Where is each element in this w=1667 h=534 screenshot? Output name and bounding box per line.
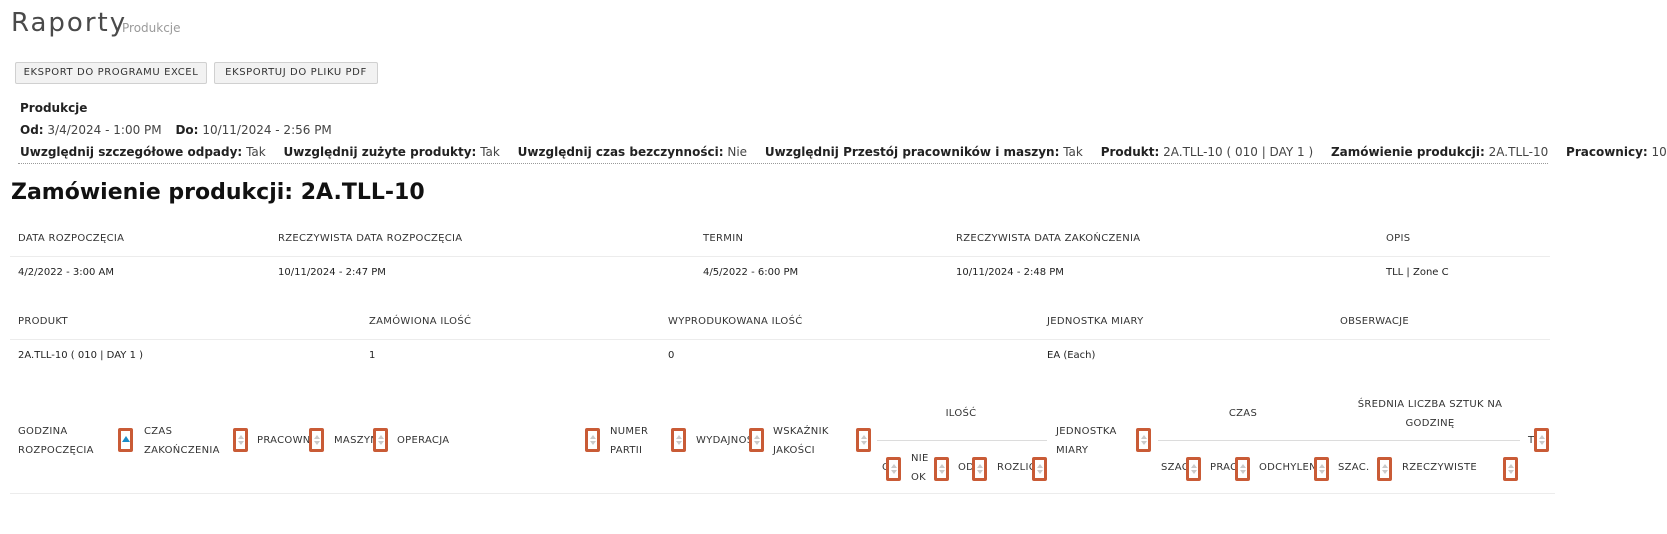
filter-value: Tak [246,145,266,159]
filter-value: 2A.TLL-10 [1488,145,1549,159]
col-header-avg-actual[interactable]: RZECZYWISTE [1402,458,1477,477]
info-header-ordered-qty: ZAMÓWIONA ILOŚĆ [369,316,472,327]
info-value-produced-qty: 0 [668,350,675,361]
info-header-deadline: TERMIN [703,233,744,244]
row-divider [10,339,1550,340]
sort-icon[interactable] [1186,457,1201,481]
sort-icon[interactable] [1503,457,1518,481]
sort-icon[interactable] [886,457,901,481]
col-group-quantity: ILOŚĆ [945,408,977,419]
info-value-deadline: 4/5/2022 - 6:00 PM [703,267,799,278]
filter-value: Tak [1063,145,1083,159]
section-divider [18,163,1548,164]
info-header-description: OPIS [1386,233,1411,244]
filter-label: Uwzględnij zużyte produkty: [283,145,477,159]
filter-value: Tak [480,145,500,159]
group-divider [1158,440,1520,441]
col-header-end-time[interactable]: CZAS ZAKOŃCZENIA [144,422,229,460]
filter-value: 2A.TLL-10 ( 010 | DAY 1 ) [1163,145,1314,159]
filter-label: Zamówienie produkcji: [1330,145,1485,159]
grid-header-bottom-border [10,493,1555,494]
col-header-operation[interactable]: OPERACJA [397,431,487,450]
filter-label: Uwzględnij szczegółowe odpady: [20,145,243,159]
sort-icon[interactable] [1235,457,1250,481]
sort-asc-icon[interactable] [118,428,133,452]
col-header-batch-number[interactable]: NUMER PARTII [610,422,660,460]
export-excel-button[interactable]: EKSPORT DO PROGRAMU EXCEL [15,62,207,84]
sort-icon[interactable] [1534,428,1549,452]
sort-icon[interactable] [585,428,600,452]
group-divider [877,440,1047,441]
col-group-time: CZAS [1228,408,1258,419]
row-divider [10,256,1550,257]
sort-icon[interactable] [1032,457,1047,481]
sort-icon[interactable] [671,428,686,452]
to-label: Do: [175,123,199,137]
sort-icon[interactable] [749,428,764,452]
filter-label: Pracownicy: [1566,145,1648,159]
sort-icon[interactable] [972,457,987,481]
sort-icon[interactable] [856,428,871,452]
col-header-avg-est[interactable]: SZAC. [1338,458,1370,477]
sort-icon[interactable] [309,428,324,452]
info-header-product: PRODUKT [18,316,68,327]
filter-label: Uwzględnij Przestój pracowników i maszyn… [764,145,1060,159]
page-title: Raporty [11,8,128,38]
col-header-start-time[interactable]: GODZINA ROZPOCZĘCIA [18,422,113,460]
info-value-actual-start: 10/11/2024 - 2:47 PM [278,267,386,278]
col-header-unit[interactable]: JEDNOSTKA MIARY [1056,422,1126,460]
info-value-ordered-qty: 1 [369,350,376,361]
sort-icon[interactable] [233,428,248,452]
sort-icon[interactable] [1136,428,1151,452]
export-pdf-button[interactable]: EKSPORTUJ DO PLIKU PDF [214,62,378,84]
filters-title: Produkcje [20,101,88,115]
info-header-observations: OBSERWACJE [1340,316,1410,327]
to-value: 10/11/2024 - 2:56 PM [202,123,332,137]
info-header-actual-end: RZECZYWISTA DATA ZAKOŃCZENIA [956,233,1141,244]
filters-date-range: Od: 3/4/2024 - 1:00 PM Do: 10/11/2024 - … [20,123,332,137]
info-header-start-date: DATA ROZPOCZĘCIA [18,233,125,244]
sort-icon[interactable] [1377,457,1392,481]
page-subtitle: Produkcje [122,21,181,35]
col-group-avg-pieces-per-hour: ŚREDNIA LICZBA SZTUK NA GODZINĘ [1357,399,1503,429]
info-value-unit: EA (Each) [1047,350,1096,361]
info-header-produced-qty: WYPRODUKOWANA ILOŚĆ [668,316,803,327]
sort-icon[interactable] [934,457,949,481]
info-value-product: 2A.TLL-10 ( 010 | DAY 1 ) [18,350,144,361]
from-value: 3/4/2024 - 1:00 PM [47,123,162,137]
from-label: Od: [20,123,44,137]
info-value-actual-end: 10/11/2024 - 2:48 PM [956,267,1064,278]
filter-label: Uwzględnij czas bezczynności: [517,145,724,159]
filter-label: Produkt: [1100,145,1160,159]
order-title: Zamówienie produkcji: 2A.TLL-10 [11,180,425,205]
info-header-unit: JEDNOSTKA MIARY [1047,316,1144,327]
sort-icon[interactable] [1314,457,1329,481]
info-header-actual-start: RZECZYWISTA DATA ROZPOCZĘCIA [278,233,463,244]
col-header-quality-index[interactable]: WSKAŹNIK JAKOŚCI [773,422,843,460]
filter-value: 106 - Worker [1651,145,1667,159]
filters-options: Uwzględnij szczegółowe odpady: Tak Uwzgl… [20,145,1667,159]
filter-value: Nie [727,145,748,159]
sort-icon[interactable] [373,428,388,452]
info-value-start-date: 4/2/2022 - 3:00 AM [18,267,114,278]
info-value-description: TLL | Zone C [1386,267,1449,278]
col-header-qty-not-ok[interactable]: NIE OK [911,449,933,487]
